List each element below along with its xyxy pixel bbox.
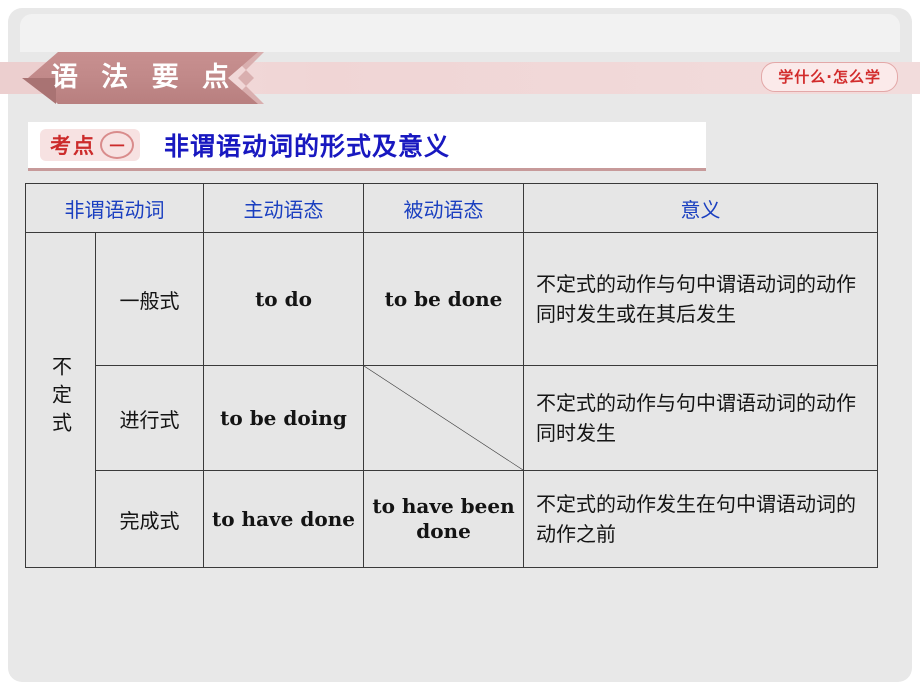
section-heading: 考点 一 非谓语动词的形式及意义 — [28, 122, 706, 171]
row-meaning: 不定式的动作与句中谓语动词的动作同时发生或在其后发生 — [523, 232, 878, 366]
status-badge: 学什么·怎么学 — [761, 62, 898, 92]
group-label-infinitive: 不定式 — [25, 232, 96, 568]
row-meaning: 不定式的动作与句中谓语动词的动作同时发生 — [523, 365, 878, 471]
row-passive-voice: to be done — [363, 232, 524, 366]
row-passive-voice: to have been done — [363, 470, 524, 568]
column-header-meaning: 意义 — [523, 183, 878, 233]
column-header-passive: 被动语态 — [363, 183, 524, 233]
row-active-voice: to do — [203, 232, 364, 366]
kaodian-label: 考点 — [50, 134, 96, 158]
table-row: 完成式 to have done to have been done 不定式的动… — [26, 470, 878, 568]
page-title: 非谓语动词的形式及意义 — [164, 132, 451, 161]
banner-title: 语 法 要 点 — [50, 62, 237, 93]
row-active-voice: to be doing — [203, 365, 364, 471]
kaodian-number: 一 — [100, 131, 134, 159]
grammar-table: 非谓语动词 主动语态 被动语态 意义 不定式 一般式 to do to be d… — [25, 183, 878, 568]
group-label-text: 不定式 — [48, 355, 73, 440]
kaodian-tag: 考点 一 — [40, 129, 140, 161]
grammar-table-wrap: 非谓语动词 主动语态 被动语态 意义 不定式 一般式 to do to be d… — [25, 183, 878, 568]
row-form-label: 完成式 — [95, 470, 204, 568]
row-active-voice: to have done — [203, 470, 364, 568]
top-strip — [20, 14, 900, 52]
row-form-label: 一般式 — [95, 232, 204, 366]
table-row: 不定式 一般式 to do to be done 不定式的动作与句中谓语动词的动… — [25, 232, 878, 568]
table-row: 进行式 to be doing 不定式的动作与句中谓语动词的动作同时发生 — [26, 365, 878, 471]
column-header-verbal: 非谓语动词 — [25, 183, 204, 233]
diagonal-strike-icon — [364, 366, 523, 470]
row-meaning: 不定式的动作发生在句中谓语动词的动作之前 — [523, 470, 878, 568]
table-header-row: 非谓语动词 主动语态 被动语态 意义 — [25, 183, 878, 233]
column-header-active: 主动语态 — [203, 183, 364, 233]
row-form-label: 进行式 — [95, 365, 204, 471]
row-passive-voice-empty — [363, 365, 524, 471]
slide: 语 法 要 点 学什么·怎么学 考点 一 非谓语动词的形式及意义 非谓语动词 主… — [0, 0, 920, 690]
